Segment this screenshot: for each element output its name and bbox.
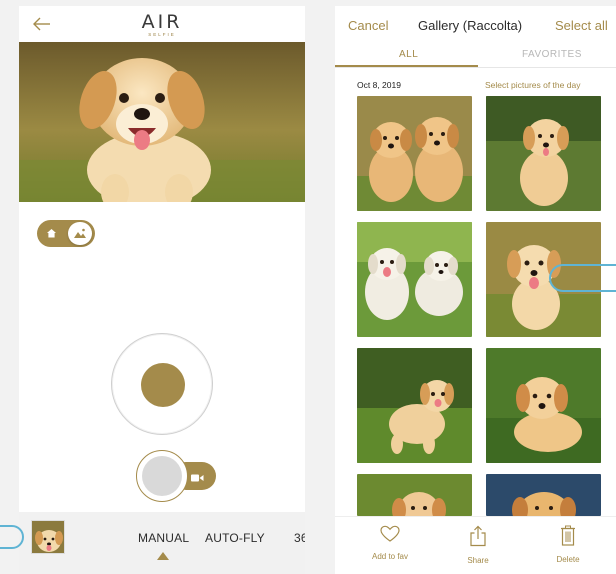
home-landscape-toggle[interactable] [37, 220, 95, 247]
share-button[interactable]: Share [448, 525, 508, 565]
video-camera-icon [191, 470, 204, 488]
photo-mode-fill [142, 456, 182, 496]
selected-mode-caret [157, 552, 169, 560]
mode-360[interactable]: 36 [294, 531, 305, 545]
gallery-screen: Cancel Gallery (Raccolta) Select all ALL… [335, 6, 616, 574]
camera-screen: AIR SELFIE MANUAL AUTO-FLY 36 [19, 6, 305, 574]
gallery-photo[interactable] [486, 96, 601, 211]
shutter-button[interactable] [141, 363, 185, 407]
gesture-hint-right [549, 264, 616, 292]
home-icon [44, 226, 59, 241]
tab-favorites[interactable]: FAVORITES [522, 49, 582, 60]
gallery-photo[interactable] [357, 96, 472, 211]
mode-auto-fly[interactable]: AUTO-FLY [205, 531, 265, 545]
trash-icon [561, 525, 575, 546]
shutter-ring [111, 333, 213, 435]
toggle-knob [68, 222, 92, 245]
gallery-tabs: ALL FAVORITES [335, 44, 616, 68]
select-day-link[interactable]: Select pictures of the day [485, 80, 580, 90]
share-icon [470, 525, 486, 547]
add-to-fav-button[interactable]: Add to fav [360, 525, 420, 561]
left-arrow-icon[interactable] [31, 14, 53, 34]
cancel-button[interactable]: Cancel [348, 18, 388, 33]
gallery-action-bar: Add to fav Share Delete [335, 516, 616, 574]
app-logo: AIR SELFIE [140, 12, 184, 40]
gallery-photo[interactable] [357, 222, 472, 337]
select-all-button[interactable]: Select all [555, 18, 608, 33]
section-date: Oct 8, 2019 [357, 80, 401, 90]
share-label: Share [467, 556, 489, 565]
screenshot-stage: AIR SELFIE MANUAL AUTO-FLY 36 Cancel Gal… [0, 0, 616, 574]
mode-selector-bar: MANUAL AUTO-FLY 36 [19, 512, 305, 574]
photo-mode-circle [136, 450, 188, 502]
camera-top-bar: AIR SELFIE [19, 6, 305, 42]
mode-manual[interactable]: MANUAL [138, 531, 189, 545]
gallery-title: Gallery (Raccolta) [418, 18, 523, 33]
logo-wordmark: AIR [141, 11, 183, 33]
gallery-photo[interactable] [357, 474, 472, 516]
photo-video-switch[interactable] [136, 450, 216, 502]
tab-all[interactable]: ALL [399, 49, 418, 60]
active-tab-indicator [335, 65, 478, 67]
heart-icon [380, 525, 400, 542]
gesture-hint-left [0, 525, 24, 549]
add-to-fav-label: Add to fav [371, 552, 409, 561]
camera-preview [19, 42, 305, 202]
landscape-icon [74, 228, 86, 238]
delete-label: Delete [556, 555, 580, 564]
delete-button[interactable]: Delete [538, 525, 598, 564]
gallery-photo[interactable] [357, 348, 472, 463]
last-photo-thumbnail[interactable] [31, 520, 65, 554]
gallery-header: Cancel Gallery (Raccolta) Select all [335, 6, 616, 46]
gallery-photo[interactable] [486, 348, 601, 463]
gallery-photo[interactable] [486, 474, 601, 516]
